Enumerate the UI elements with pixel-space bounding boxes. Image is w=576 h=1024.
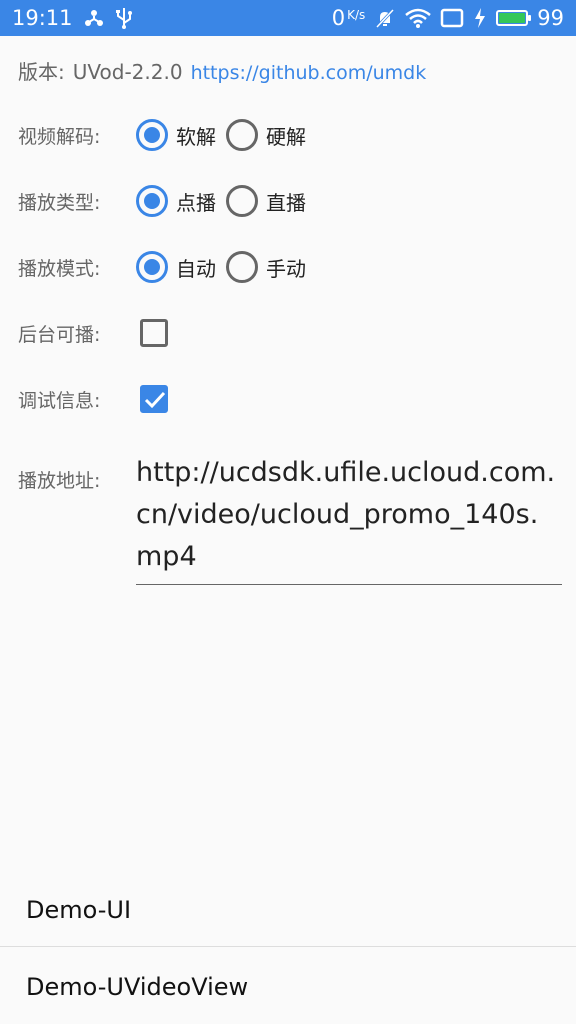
network-speed-unit: K/s: [347, 8, 366, 22]
play-mode-manual-radio[interactable]: [226, 251, 258, 283]
decode-soft-radio[interactable]: [136, 119, 168, 151]
play-mode-label: 播放模式:: [18, 257, 101, 280]
wifi-icon: [405, 8, 432, 28]
play-mode-auto-label: 自动: [176, 256, 216, 281]
charging-icon: [473, 7, 487, 29]
play-mode-manual-label: 手动: [266, 256, 306, 281]
status-bar: 19:11 0 K/s 99: [0, 0, 576, 36]
play-type-live-option[interactable]: 直播: [226, 185, 312, 217]
network-speed-value: 0: [331, 6, 346, 30]
play-type-label: 播放类型:: [18, 191, 101, 214]
list-item-demo-ui[interactable]: Demo-UI: [0, 872, 576, 948]
version-value: UVod-2.2.0: [72, 60, 183, 84]
decode-hard-option[interactable]: 硬解: [226, 119, 312, 151]
debug-info-row: 调试信息:: [18, 379, 168, 419]
list-divider: [0, 946, 576, 947]
battery-percent: 99: [537, 6, 564, 30]
github-link[interactable]: https://github.com/umdk: [191, 62, 427, 84]
debug-info-label: 调试信息:: [18, 389, 101, 412]
version-line: 版本: UVod-2.2.0 https://github.com/umdk: [18, 56, 426, 85]
checkmark-icon: [144, 391, 166, 409]
play-type-vod-option[interactable]: 点播: [136, 185, 222, 217]
play-mode-row: 播放模式: 自动 手动: [18, 247, 316, 287]
list-item-label: Demo-UI: [26, 896, 132, 924]
debug-info-checkbox[interactable]: [140, 385, 168, 413]
battery-level-fill: [499, 13, 525, 23]
play-type-vod-label: 点播: [176, 190, 216, 215]
play-mode-manual-option[interactable]: 手动: [226, 251, 312, 283]
background-play-row: 后台可播:: [18, 313, 168, 353]
status-time: 19:11: [12, 6, 73, 30]
status-bar-left: 19:11: [12, 6, 133, 30]
play-mode-auto-option[interactable]: 自动: [136, 251, 222, 283]
address-input[interactable]: http://ucdsdk.ufile.ucloud.com.cn/video/…: [136, 452, 562, 585]
play-type-vod-radio[interactable]: [136, 185, 168, 217]
play-type-live-label: 直播: [266, 190, 306, 215]
decode-label: 视频解码:: [18, 125, 101, 148]
list-item-label: Demo-UVideoView: [26, 973, 249, 1001]
network-speed: 0 K/s: [332, 6, 366, 30]
version-label: 版本:: [18, 60, 65, 84]
usb-icon: [115, 6, 133, 30]
screen-icon: [440, 8, 464, 28]
list-item-demo-uvideoview[interactable]: Demo-UVideoView: [0, 949, 576, 1024]
usb-tethering-icon: [83, 7, 105, 29]
decode-soft-label: 软解: [176, 124, 216, 149]
background-play-label: 后台可播:: [18, 323, 101, 346]
play-type-row: 播放类型: 点播 直播: [18, 181, 316, 221]
decode-row: 视频解码: 软解 硬解: [18, 115, 316, 155]
address-label: 播放地址:: [18, 470, 101, 492]
play-type-live-radio[interactable]: [226, 185, 258, 217]
decode-soft-option[interactable]: 软解: [136, 119, 222, 151]
mute-icon: [374, 7, 396, 29]
battery-icon: [496, 10, 532, 26]
decode-hard-label: 硬解: [266, 124, 306, 149]
play-mode-auto-radio[interactable]: [136, 251, 168, 283]
status-bar-right: 0 K/s 99: [332, 6, 564, 30]
decode-hard-radio[interactable]: [226, 119, 258, 151]
background-play-checkbox[interactable]: [140, 319, 168, 347]
